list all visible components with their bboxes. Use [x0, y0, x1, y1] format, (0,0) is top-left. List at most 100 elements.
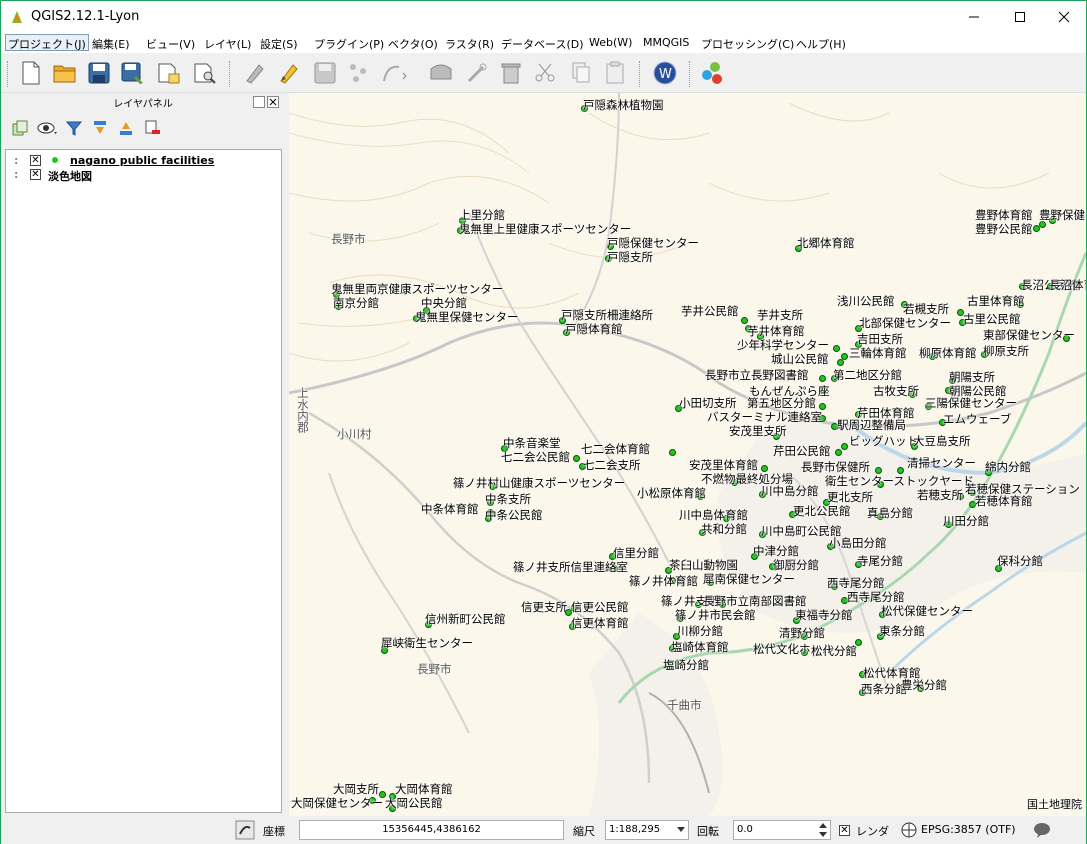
facility-label: 松代保健センター [881, 604, 973, 618]
web-plugin-button[interactable]: W [651, 59, 679, 87]
coordinate-field[interactable]: 15356445,4386162 [299, 820, 564, 840]
menu-database[interactable]: データベース(D) [498, 34, 587, 51]
menu-edit[interactable]: 編集(E) [89, 34, 133, 51]
menu-layer[interactable]: レイヤ(L) [201, 34, 254, 51]
layer-panel-title: レイヤパネル [113, 99, 173, 110]
facility-label: 長沼体育館 [1049, 278, 1086, 292]
move-down-icon[interactable] [91, 119, 109, 137]
composer-manager-button[interactable] [191, 59, 219, 87]
close-icon [269, 98, 277, 106]
facility-point[interactable] [841, 443, 848, 450]
facility-label: 中条体育館 [421, 502, 479, 516]
rotation-field[interactable]: 0.0 [733, 820, 831, 840]
save-project-button[interactable] [85, 59, 113, 87]
minimize-icon [969, 16, 979, 18]
maximize-icon [1015, 12, 1025, 22]
facility-label: 若穂体育館 [975, 494, 1033, 508]
move-up-icon[interactable] [117, 119, 135, 137]
crs-globe-icon[interactable] [901, 822, 917, 838]
toolbar-separator [639, 61, 640, 87]
filter-icon[interactable] [65, 119, 83, 137]
facility-label: 信更公民館 [571, 600, 629, 614]
open-project-button[interactable] [51, 59, 79, 87]
print-composer-button[interactable] [155, 59, 183, 87]
layer-tree: : ✕ nagano public facilities : ✕ 淡色地図 [5, 149, 282, 813]
menu-settings[interactable]: 設定(S) [257, 34, 301, 51]
move-feature-button[interactable] [381, 59, 409, 87]
message-log-icon[interactable] [1033, 822, 1051, 838]
save-edits-button[interactable] [311, 59, 339, 87]
layer-panel-toolbar [3, 113, 283, 143]
facility-point[interactable] [833, 345, 840, 352]
facility-label: 城山公民館 [771, 352, 829, 366]
crs-status[interactable]: EPSG:3857 (OTF) [921, 823, 1016, 836]
paste-button[interactable] [601, 59, 629, 87]
close-button[interactable] [1041, 1, 1087, 33]
map-attribution: 国土地理院 [1027, 798, 1082, 811]
facility-label: 川田分館 [943, 514, 989, 528]
facility-label: 鬼無里保健センター [415, 310, 519, 324]
edit-pencil-button[interactable] [275, 59, 303, 87]
menu-plugins[interactable]: プラグイン(P) [311, 34, 387, 51]
facility-label: 保科分館 [997, 554, 1043, 568]
scale-select[interactable]: 1:188,295 [605, 820, 689, 840]
copy-button[interactable] [567, 59, 595, 87]
facility-point[interactable] [573, 455, 580, 462]
digitize-button[interactable] [241, 59, 269, 87]
facility-label: 戸隠森林植物園 [583, 98, 664, 112]
delete-selected-button[interactable] [497, 59, 525, 87]
maximize-button[interactable] [997, 1, 1043, 33]
new-project-button[interactable] [17, 59, 45, 87]
render-label: レンダ [856, 825, 889, 838]
map-canvas[interactable]: 長野市 小川村 上水内郡 長野市 千曲市 戸隠森林植物園 上里分館 鬼無里上里健康ス… [289, 93, 1086, 816]
menu-project[interactable]: プロジェクト(J) [5, 34, 89, 51]
spinner-icon[interactable] [818, 822, 828, 838]
expand-layers-icon[interactable] [11, 119, 29, 137]
facility-point[interactable] [835, 449, 842, 456]
menu-mmqgis[interactable]: MMQGIS [640, 34, 692, 51]
facility-label: 古里体育館 [967, 294, 1025, 308]
openlayers-plugin-button[interactable] [699, 59, 727, 87]
facility-point[interactable] [669, 449, 676, 456]
facility-label: 古里公民館 [963, 312, 1021, 326]
facility-point[interactable] [837, 359, 844, 366]
minimize-button[interactable] [951, 1, 997, 33]
add-feature-button[interactable] [345, 59, 373, 87]
facility-point[interactable] [1033, 225, 1040, 232]
save-as-button[interactable] [119, 59, 147, 87]
menu-web[interactable]: Web(W) [586, 34, 635, 51]
remove-layer-icon[interactable] [143, 119, 161, 137]
menu-vector[interactable]: ベクタ(O) [385, 34, 441, 51]
layer-visibility-checkbox[interactable]: ✕ [30, 169, 41, 180]
status-bar: 座標 15356445,4386162 縮尺 1:188,295 回転 0.0 … [1, 816, 1086, 844]
facility-label: 大岡公民館 [385, 796, 443, 810]
layer-item-nagano-public-facilities[interactable]: : ✕ nagano public facilities [8, 154, 278, 168]
layer-item-base-map[interactable]: : ✕ 淡色地図 [8, 168, 278, 183]
facility-label: 芋井支所 [757, 308, 803, 322]
close-icon [1058, 11, 1070, 23]
facility-label: ビッグハット [849, 434, 918, 448]
facility-point[interactable] [819, 375, 826, 382]
menu-help[interactable]: ヘルプ(H) [793, 34, 849, 51]
facility-label: 東部保健センター [983, 328, 1075, 342]
node-tool-button[interactable] [429, 59, 457, 87]
edit-tool-button[interactable] [463, 59, 491, 87]
cut-button[interactable] [531, 59, 559, 87]
menu-processing[interactable]: プロセッシング(C) [698, 34, 797, 51]
node-tool-icon [430, 64, 452, 80]
coordinate-toggle-icon[interactable] [235, 820, 255, 840]
render-checkbox[interactable]: ✕ [839, 825, 850, 836]
chevron-down-icon [677, 827, 685, 832]
panel-close-button[interactable] [267, 96, 279, 108]
facility-label: 小島田分館 [829, 536, 887, 550]
menu-raster[interactable]: ラスタ(R) [442, 34, 497, 51]
layer-visibility-checkbox[interactable]: ✕ [30, 155, 41, 166]
menu-view[interactable]: ビュー(V) [143, 34, 198, 51]
facility-label: 豊野保健 [1039, 208, 1085, 222]
facility-label: 芋井公民館 [681, 304, 739, 318]
layer-panel: レイヤパネル : ✕ nagano public facilities : ✕ … [3, 95, 283, 815]
facility-label: 信州新町公民館 [425, 612, 506, 626]
facility-label: 清掃センター [907, 456, 976, 470]
visibility-eye-icon[interactable] [37, 119, 59, 137]
panel-float-button[interactable] [253, 96, 265, 108]
